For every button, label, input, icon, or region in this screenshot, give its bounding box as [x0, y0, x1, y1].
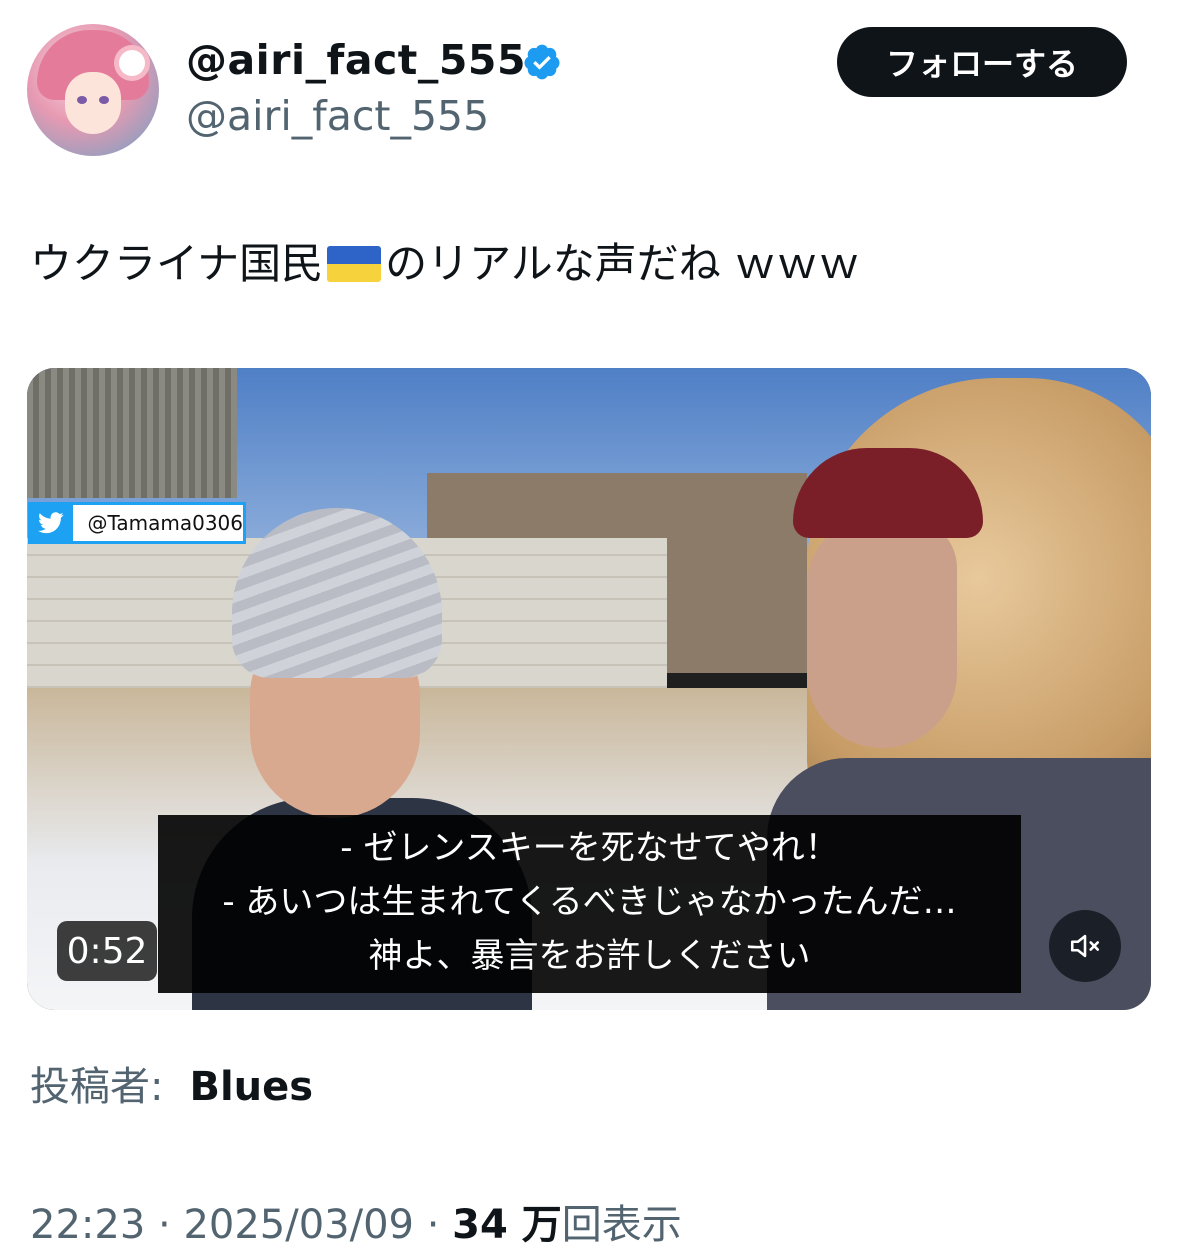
- posted-by: 投稿者: Blues: [30, 1054, 313, 1112]
- subtitle-line: 神よ、暴言をお許しください: [368, 936, 811, 976]
- meta-separator: ·: [413, 1202, 453, 1248]
- video-subtitles: - ゼレンスキーを死なせてやれ！ - あいつは生まれてくるべきじゃなかったんだ……: [158, 815, 1021, 993]
- watermark-handle: @Tamama0306: [87, 511, 243, 535]
- tweet-time[interactable]: 22:23: [30, 1202, 145, 1248]
- avatar-flower: [119, 50, 145, 76]
- author-display-name[interactable]: @airi_fact_555: [186, 36, 526, 84]
- tweet-text-part: ウクライナ国民: [30, 239, 324, 288]
- speaker-muted-icon: [1070, 934, 1100, 958]
- subtitle-line: - ゼレンスキーを死なせてやれ！: [340, 828, 839, 868]
- tweet-date[interactable]: 2025/03/09: [183, 1202, 414, 1248]
- avatar-eye: [77, 96, 87, 104]
- view-count: 34 万: [452, 1202, 562, 1248]
- verified-badge-icon: [524, 44, 560, 80]
- tweet-text-part: のリアルな声だね ｗｗｗ: [385, 239, 861, 288]
- mute-toggle-button[interactable]: [1049, 910, 1121, 982]
- video-player[interactable]: @Tamama0306 - ゼレンスキーを死なせてやれ！ - あいつは生まれてく…: [27, 368, 1151, 1010]
- posted-by-user[interactable]: Blues: [189, 1064, 313, 1110]
- meta-separator: ·: [145, 1202, 184, 1248]
- tweet-text: ウクライナ国民 のリアルな声だね ｗｗｗ: [30, 236, 860, 292]
- ukraine-flag-icon: [327, 246, 382, 282]
- tweet-meta: 22:23 · 2025/03/09 · 34 万回表示: [30, 1192, 682, 1250]
- avatar-face: [65, 72, 121, 134]
- posted-by-label: 投稿者:: [30, 1064, 164, 1110]
- avatar-eye: [99, 96, 109, 104]
- video-time-remaining: 0:52: [57, 921, 157, 981]
- author-avatar[interactable]: [27, 24, 159, 156]
- subtitle-line: - あいつは生まれてくるべきじゃなかったんだ…: [222, 882, 957, 922]
- twitter-bird-icon: [28, 505, 74, 541]
- view-label: 回表示: [561, 1202, 682, 1248]
- video-watermark: @Tamama0306: [28, 502, 246, 544]
- follow-button[interactable]: フォローする: [837, 27, 1127, 97]
- author-handle[interactable]: @airi_fact_555: [186, 92, 489, 140]
